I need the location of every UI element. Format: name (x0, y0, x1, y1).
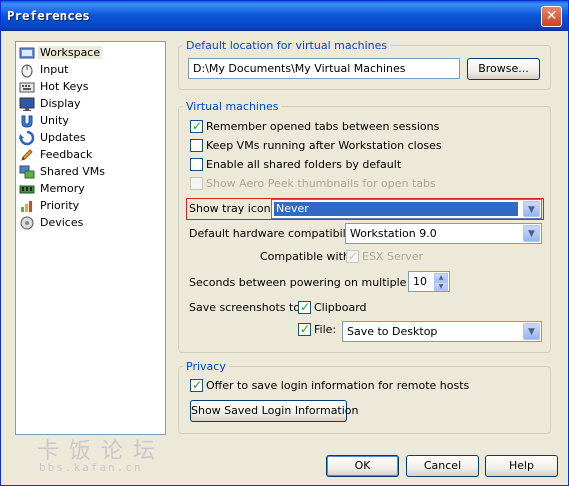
sidebar-item-label: Unity (40, 114, 69, 127)
esx-server-checkbox[interactable]: ✓ (346, 249, 359, 263)
sidebar-item-shared-vms[interactable]: Shared VMs (19, 163, 164, 180)
clipboard-label: Clipboard (314, 301, 367, 314)
checkmark-icon: ✓ (300, 322, 311, 336)
sidebar-item-priority[interactable]: Priority (19, 197, 164, 214)
ok-label: OK (354, 459, 371, 472)
sidebar-item-updates[interactable]: Updates (19, 129, 164, 146)
tray-icon-select[interactable]: Never ▼ (271, 199, 542, 219)
vm-location-input[interactable]: D:\My Documents\My Virtual Machines (188, 58, 460, 79)
spin-down-icon[interactable]: ▼ (434, 282, 448, 291)
cancel-button[interactable]: Cancel (406, 455, 479, 477)
spin-up-icon[interactable]: ▲ (434, 273, 448, 282)
cancel-label: Cancel (423, 459, 462, 472)
sidebar-item-label: Hot Keys (40, 80, 89, 93)
help-button[interactable]: Help (485, 455, 558, 477)
chevron-down-icon: ▼ (523, 201, 540, 217)
memory-chip-icon (19, 181, 35, 197)
power-on-delay-label: Seconds between powering on multiple VMs… (189, 276, 437, 289)
pencil-icon (19, 147, 35, 163)
keep-running-label: Keep VMs running after Workstation close… (206, 139, 442, 152)
enable-shared-folders-label: Enable all shared folders by default (206, 158, 402, 171)
sidebar-item-devices[interactable]: Devices (19, 214, 164, 231)
sidebar-item-label: Devices (40, 216, 84, 229)
checkmark-icon: ✓ (192, 119, 203, 133)
keyboard-icon (19, 79, 35, 95)
show-saved-login-button[interactable]: Show Saved Login Information (190, 400, 359, 422)
sidebar-item-feedback[interactable]: Feedback (19, 146, 164, 163)
sidebar-item-hot-keys[interactable]: Hot Keys (19, 78, 164, 95)
sidebar-item-label: Feedback (40, 148, 93, 161)
sidebar-item-label: Display (40, 97, 81, 110)
sidebar-nav: Workspace Input Hot Keys Display Unity U… (15, 41, 166, 435)
tray-icon-label: Show tray icon: (189, 202, 275, 215)
sidebar-item-unity[interactable]: Unity (19, 112, 164, 129)
checkmark-icon: ✓ (300, 300, 311, 314)
sidebar-item-workspace[interactable]: Workspace (19, 44, 164, 61)
close-button[interactable]: ✕ (541, 6, 562, 27)
screenshot-file-value: Save to Desktop (347, 325, 438, 338)
sidebar-item-memory[interactable]: Memory (19, 180, 164, 197)
unity-icon (19, 113, 35, 129)
browse-button[interactable]: Browse... (467, 58, 540, 80)
sidebar-item-label: Updates (40, 131, 86, 144)
virtual-machines-title: Virtual machines (183, 100, 282, 113)
window-title: Preferences (7, 8, 90, 23)
browse-label: Browse... (478, 62, 529, 75)
hw-compat-value: Workstation 9.0 (350, 227, 437, 240)
default-location-title: Default location for virtual machines (183, 39, 391, 52)
title-bar[interactable]: Preferences ✕ (1, 1, 568, 31)
show-saved-login-label: Show Saved Login Information (191, 404, 359, 417)
save-screenshots-label: Save screenshots to: (189, 301, 304, 314)
monitor-icon (19, 96, 35, 112)
esx-server-label: ESX Server (362, 250, 424, 263)
compatible-with-label: Compatible with: (260, 250, 354, 263)
offer-save-login-label: Offer to save login information for remo… (206, 379, 470, 392)
refresh-icon (19, 130, 35, 146)
checkmark-icon: ✓ (348, 249, 359, 263)
file-label: File: (314, 323, 337, 336)
aero-peek-label: Show Aero Peek thumbnails for open tabs (206, 177, 436, 190)
file-checkbox[interactable]: ✓ (298, 322, 311, 336)
watermark-url: bbs.kafan.cn (39, 461, 143, 474)
sidebar-item-input[interactable]: Input (19, 61, 164, 78)
hw-compat-select[interactable]: Workstation 9.0 ▼ (345, 223, 542, 244)
chevron-down-icon: ▼ (523, 225, 540, 242)
power-on-delay-spinner[interactable]: 10 ▲ ▼ (408, 271, 450, 292)
devices-icon (19, 215, 35, 231)
aero-peek-checkbox[interactable] (190, 177, 203, 190)
priority-icon (19, 198, 35, 214)
workspace-icon (19, 45, 35, 61)
sidebar-item-label: Memory (40, 182, 85, 195)
checkmark-icon: ✓ (192, 378, 203, 392)
privacy-title: Privacy (183, 360, 229, 373)
sidebar-item-label: Priority (40, 199, 80, 212)
sidebar-item-label: Workspace (38, 46, 103, 59)
clipboard-checkbox[interactable]: ✓ (298, 300, 311, 314)
keep-running-checkbox[interactable] (190, 139, 203, 152)
tray-icon-value: Never (274, 202, 518, 216)
sidebar-item-label: Shared VMs (40, 165, 105, 178)
chevron-down-icon: ▼ (523, 323, 540, 340)
remember-tabs-checkbox[interactable]: ✓ (190, 119, 203, 133)
hw-compat-label: Default hardware compatibility: (189, 227, 363, 240)
shared-vms-icon (19, 164, 35, 180)
remember-tabs-label: Remember opened tabs between sessions (206, 120, 440, 133)
preferences-window: Preferences ✕ Workspace Input Hot Keys D… (0, 0, 569, 486)
screenshot-file-select[interactable]: Save to Desktop ▼ (342, 321, 542, 342)
mouse-icon (19, 62, 35, 78)
sidebar-item-display[interactable]: Display (19, 95, 164, 112)
offer-save-login-checkbox[interactable]: ✓ (190, 378, 203, 392)
sidebar-item-label: Input (40, 63, 69, 76)
help-label: Help (508, 459, 535, 472)
enable-shared-folders-checkbox[interactable] (190, 158, 203, 171)
ok-button[interactable]: OK (326, 455, 399, 477)
power-on-delay-value: 10 (413, 275, 427, 288)
